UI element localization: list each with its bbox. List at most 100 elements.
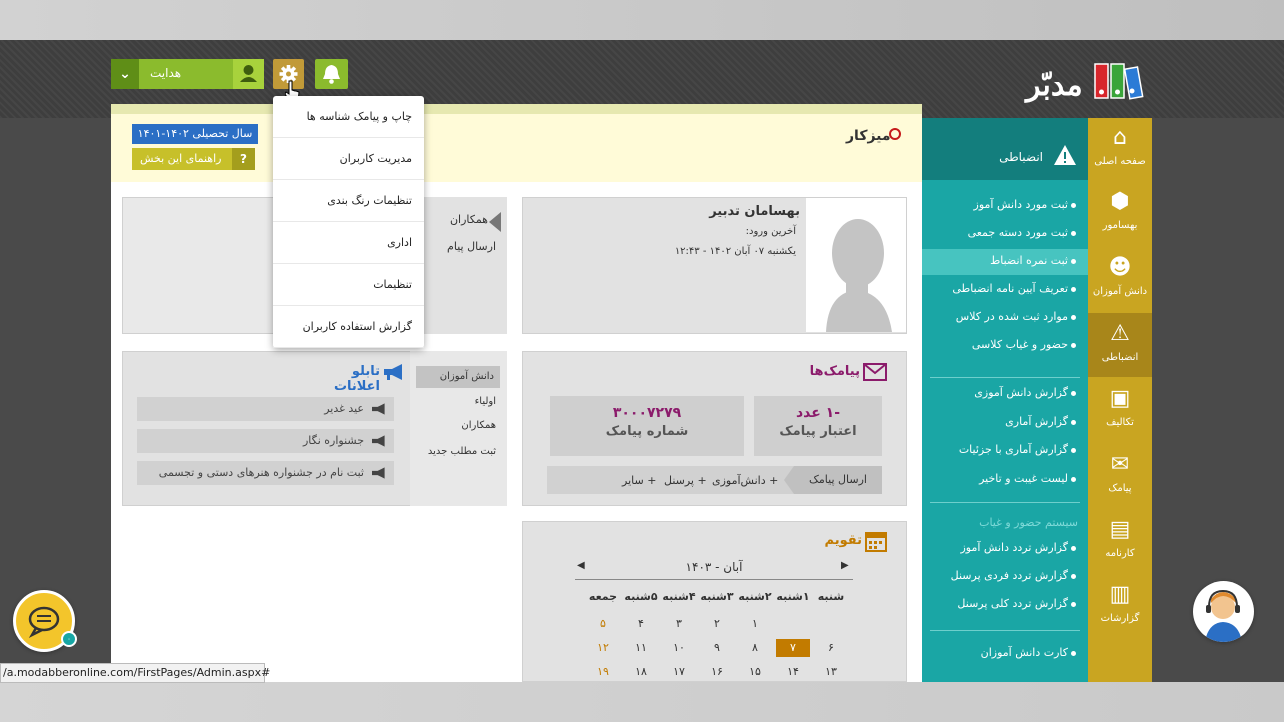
settings-menu-item[interactable]: اداری: [273, 222, 424, 264]
academic-year-badge[interactable]: سال تحصیلی ۱۴۰۲-۱۴۰۱: [132, 124, 258, 144]
calendar-day[interactable]: ۱۷: [660, 663, 698, 681]
sidebar-item[interactable]: کارت دانش آموزان: [926, 646, 1068, 659]
bullet-icon: [1071, 259, 1076, 264]
warning-icon: ⚠: [1110, 321, 1130, 346]
notice-tab-students[interactable]: دانش آموزان: [416, 366, 500, 388]
last-login-label: آخرین ورود:: [745, 226, 796, 237]
calendar-day[interactable]: ۱۲: [584, 639, 622, 657]
chat-badge: ۰: [61, 631, 77, 647]
books-logo-icon[interactable]: [1094, 62, 1144, 102]
module-label: دانش آموزان: [1092, 286, 1148, 297]
sidebar-item[interactable]: گزارش تردد فردی پرسنل: [926, 569, 1068, 582]
module-button[interactable]: ▤ کارنامه: [1088, 516, 1152, 559]
user-icon[interactable]: [233, 59, 264, 89]
calendar-day[interactable]: ۱۴: [774, 663, 812, 681]
module-label: انضباطی: [1101, 352, 1139, 363]
notice-item[interactable]: ثبت نام در جشنواره هنرهای دستی و تجسمی: [137, 461, 394, 485]
module-button[interactable]: ☻ دانش آموزان: [1088, 254, 1152, 297]
sms-credit-value: -۱ عدد: [795, 405, 841, 421]
calendar-weekday: شنبه: [817, 590, 845, 603]
module-label: بهسامور: [1102, 220, 1138, 231]
sidebar-item[interactable]: موارد ثبت شده در کلاس: [926, 310, 1068, 323]
send-sms-button[interactable]: ارسال پیامک: [794, 466, 882, 494]
notice-item[interactable]: عید غدیر: [137, 397, 394, 421]
settings-menu-item[interactable]: چاپ و پیامک شناسه ها: [273, 96, 424, 138]
module-button[interactable]: ⬢ بهسامور: [1088, 188, 1152, 231]
module-button[interactable]: ⚠ انضباطی: [1088, 320, 1152, 363]
calendar-day[interactable]: ۱۳: [812, 663, 850, 681]
envelope-icon: [863, 363, 887, 381]
tab-send-message[interactable]: ارسال پیام: [412, 240, 496, 253]
students-icon: ☻: [1108, 255, 1132, 280]
calendar-day[interactable]: ۱۹: [584, 663, 622, 681]
calendar-day[interactable]: ۱۱: [622, 639, 660, 657]
calendar-day[interactable]: ۸: [736, 639, 774, 657]
settings-menu-item[interactable]: مدیریت کاربران: [273, 138, 424, 180]
sidebar-item[interactable]: لیست غیبت و تاخیر: [926, 472, 1068, 485]
user-name[interactable]: هدایت: [150, 66, 181, 80]
sidebar-item[interactable]: ثبت مورد دسته جمعی: [926, 226, 1068, 239]
calendar-day[interactable]: ۵: [584, 615, 622, 633]
sidebar-item[interactable]: ثبت نمره انضباط: [926, 254, 1068, 267]
sidebar-item[interactable]: گزارش آماری با جزئیات: [926, 443, 1068, 456]
sms-target-other[interactable]: + سایر: [622, 474, 656, 487]
calendar-day[interactable]: ۳: [660, 615, 698, 633]
calendar-next-icon[interactable]: ▶: [841, 560, 849, 571]
module-button[interactable]: ⌂ صفحه اصلی: [1088, 124, 1152, 167]
sidebar-item[interactable]: گزارش آماری: [926, 415, 1068, 428]
bullet-icon: [1071, 203, 1076, 208]
module-button[interactable]: ▣ تکالیف: [1088, 385, 1152, 428]
megaphone-icon: [384, 364, 402, 380]
sms-target-student[interactable]: + دانش‌آموزی: [712, 474, 778, 487]
calendar-day[interactable]: ۶: [812, 639, 850, 657]
bullet-icon: [1071, 546, 1076, 551]
calendar-title: تقویم: [824, 533, 862, 548]
calendar-month: آبان - ۱۴۰۳: [575, 560, 853, 580]
module-button[interactable]: ▥ گزارشات: [1088, 581, 1152, 624]
sidebar-item[interactable]: تعریف آیین نامه انضباطی: [926, 282, 1068, 295]
settings-menu-item[interactable]: گزارش استفاده کاربران: [273, 306, 424, 348]
notice-tab-colleagues[interactable]: همکاران: [416, 420, 496, 431]
calendar-day[interactable]: ۱۶: [698, 663, 736, 681]
last-login-value: یکشنبه ۰۷ آبان ۱۴۰۲ - ۱۲:۴۳: [674, 246, 796, 257]
sms-number-card: ۳۰۰۰۷۲۷۹ شماره پیامک: [550, 396, 744, 456]
sidebar-item[interactable]: حضور و غیاب کلاسی: [926, 338, 1068, 351]
bullet-icon: [1071, 476, 1076, 482]
calendar-day-today[interactable]: ۷: [776, 639, 810, 657]
sidebar-item[interactable]: ثبت مورد دانش آموز: [926, 198, 1068, 211]
calendar-prev-icon[interactable]: ◀: [577, 560, 585, 571]
calendar-day[interactable]: ۱۵: [736, 663, 774, 681]
sidebar-section-title: سیستم حضور و غیاب: [979, 516, 1078, 529]
notice-tab-new-post[interactable]: ثبت مطلب جدید: [416, 446, 496, 457]
settings-menu-item[interactable]: تنظیمات رنگ بندی: [273, 180, 424, 222]
envelope-icon: ✉: [1110, 452, 1130, 477]
sidebar-item[interactable]: گزارش تردد دانش آموز: [926, 541, 1068, 554]
chevron-down-icon[interactable]: ⌄: [111, 59, 139, 89]
sms-number-label: شماره پیامک: [605, 424, 689, 439]
warning-icon: [1054, 145, 1076, 165]
app-logo-text[interactable]: مدبّر: [1026, 68, 1083, 103]
calendar-day[interactable]: ۱۰: [660, 639, 698, 657]
sms-target-staff[interactable]: + پرسنل: [664, 474, 707, 487]
bullet-icon: [1071, 448, 1076, 453]
notice-item[interactable]: جشنواره نگار: [137, 429, 394, 453]
browser-bottom-band: [0, 682, 1284, 722]
calendar-day[interactable]: ۹: [698, 639, 736, 657]
bullet-icon: [1071, 574, 1076, 579]
sidebar-item[interactable]: گزارش تردد کلی پرسنل: [926, 597, 1068, 610]
sidebar-item[interactable]: گزارش دانش آموزی: [926, 386, 1068, 399]
module-button[interactable]: ✉ پیامک: [1088, 451, 1152, 494]
calendar-day[interactable]: ۲: [698, 615, 736, 633]
support-agent-avatar[interactable]: [1193, 581, 1254, 642]
notice-tab-parents[interactable]: اولیاء: [416, 396, 496, 407]
bullet-icon: [1071, 231, 1076, 236]
calendar-day[interactable]: ۱۸: [622, 663, 660, 681]
calendar-day[interactable]: ۴: [622, 615, 660, 633]
calendar-weekday: ۱شنبه: [776, 590, 810, 603]
sms-credit-label: اعتبار پیامک: [779, 424, 857, 439]
calendar-day[interactable]: ۱: [736, 615, 774, 633]
notifications-button[interactable]: [315, 59, 348, 89]
module-label: کارنامه: [1105, 548, 1135, 559]
help-question-icon[interactable]: ?: [232, 148, 255, 170]
settings-menu-item[interactable]: تنظیمات: [273, 264, 424, 306]
